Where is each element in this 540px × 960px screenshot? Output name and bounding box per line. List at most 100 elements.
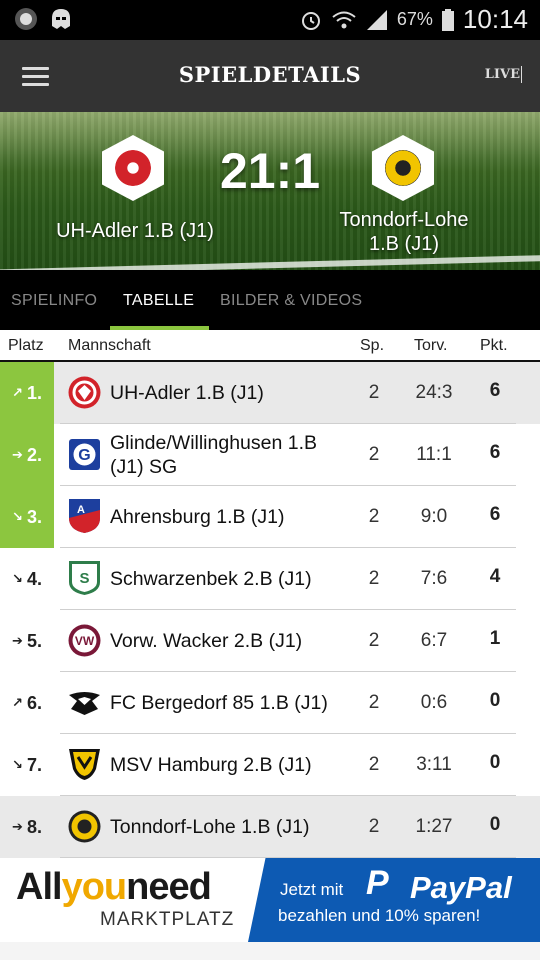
paypal-icon: P: [366, 864, 389, 902]
team-name-text: Schwarzenbek 2.B (J1): [110, 568, 312, 590]
goal-ratio: 9:0: [420, 506, 448, 527]
team-name: FC Bergedorf 85 1.B (J1): [110, 672, 354, 734]
table-row[interactable]: ➔ 8. Tonndorf-Lohe 1.B (J1) 2 1:27 0: [0, 796, 540, 858]
trend-arrow-icon: ↘: [12, 509, 23, 524]
trend-arrow-icon: ↗: [12, 385, 23, 400]
rank-cell: ➔ 2.: [0, 424, 54, 486]
alarm-icon: [301, 11, 320, 30]
match-score: 21:1: [219, 143, 321, 199]
svg-text:G: G: [78, 447, 90, 464]
trend-arrow-icon: ➔: [12, 633, 23, 648]
goal-ratio: 7:6: [420, 568, 448, 589]
rank-number: 4.: [26, 568, 42, 589]
points: 1: [489, 628, 501, 649]
games-played: 2: [368, 444, 380, 465]
team-name-text: Glinde/Willinghusen 1.B (J1) SG: [110, 432, 318, 478]
team-name: Glinde/Willinghusen 1.B (J1) SG: [110, 424, 354, 486]
tab-tabelle[interactable]: TABELLE: [123, 292, 194, 310]
points: 6: [489, 380, 501, 401]
tonndorf-crest-icon: [385, 150, 421, 186]
points: 0: [489, 752, 501, 773]
table-row[interactable]: ↘ 7. MSV Hamburg 2.B (J1) 2 3:11 0: [0, 734, 540, 796]
col-platz: Platz: [8, 337, 44, 354]
games-played: 2: [368, 568, 380, 589]
pitch-line: [0, 254, 540, 270]
rank-cell: ↘ 3.: [0, 486, 54, 548]
table-row[interactable]: ➔ 5. VW Vorw. Wacker 2.B (J1) 2 6:7 1: [0, 610, 540, 672]
signal-icon: [366, 9, 387, 30]
away-team-name[interactable]: Tonndorf-Lohe 1.B (J1): [318, 208, 490, 256]
table-row[interactable]: ↘ 3. A Ahrensburg 1.B (J1) 2 9:0 6: [0, 486, 540, 548]
team-name-text: UH-Adler 1.B (J1): [110, 382, 264, 404]
trend-arrow-icon: ↘: [12, 571, 23, 586]
team-name: Schwarzenbek 2.B (J1): [110, 548, 354, 610]
svg-text:S: S: [79, 570, 89, 587]
table-row[interactable]: ↘ 4. S Schwarzenbek 2.B (J1) 2 7:6 4: [0, 548, 540, 610]
ad-brand-logo: Allyouneed: [16, 866, 212, 909]
tab-bilder-videos[interactable]: BILDER & VIDEOS: [220, 292, 362, 310]
wifi-icon: [332, 11, 356, 28]
points: 0: [489, 814, 501, 835]
live-label: LIVE: [484, 67, 520, 82]
ad-brand-all: All: [16, 866, 63, 908]
tab-spielinfo[interactable]: SPIELINFO: [11, 292, 97, 310]
table-row[interactable]: ↗ 1. UH-Adler 1.B (J1) 2 24:3 6: [0, 362, 540, 424]
clock: 10:14: [462, 4, 528, 34]
page-title: SPIELDETAILS: [178, 62, 362, 87]
table-header: Platz Mannschaft Sp. Torv. Pkt.: [0, 330, 540, 362]
col-pkt: Pkt.: [480, 337, 508, 354]
goal-ratio: 6:7: [420, 630, 448, 651]
games-played: 2: [368, 692, 380, 713]
rank-cell: ➔ 8.: [0, 796, 54, 858]
svg-text:A: A: [77, 504, 85, 516]
rank-number: 7.: [26, 754, 42, 775]
away-team-name-line1: Tonndorf-Lohe: [339, 209, 469, 231]
col-torv: Torv.: [414, 337, 448, 354]
ahrensburg-logo: A: [68, 499, 101, 533]
ad-banner[interactable]: Allyouneed MARKTPLATZ Jetzt mit P PayPal…: [0, 858, 540, 942]
rank-number: 2.: [26, 444, 42, 465]
games-played: 2: [368, 382, 380, 403]
team-name-text: MSV Hamburg 2.B (J1): [110, 754, 312, 776]
rank-number: 8.: [26, 816, 42, 837]
paypal-wordmark: PayPal: [410, 870, 512, 905]
trend-arrow-icon: ➔: [12, 447, 23, 462]
ad-jetzt-text: Jetzt mit: [280, 880, 344, 899]
schwarzenbek-logo: S: [68, 561, 101, 595]
team-name: Vorw. Wacker 2.B (J1): [110, 610, 354, 672]
table-row[interactable]: ↗ 6. FC Bergedorf 85 1.B (J1) 2 0:6 0: [0, 672, 540, 734]
points: 0: [489, 690, 501, 711]
goal-ratio: 0:6: [420, 692, 448, 713]
rank-number: 6.: [26, 692, 42, 713]
goal-ratio: 1:27: [415, 816, 453, 837]
svg-text:VW: VW: [75, 634, 95, 648]
team-name-text: Tonndorf-Lohe 1.B (J1): [110, 816, 310, 838]
games-played: 2: [368, 816, 380, 837]
col-mannschaft: Mannschaft: [68, 337, 151, 354]
team-name-text: FC Bergedorf 85 1.B (J1): [110, 692, 328, 714]
trend-arrow-icon: ↗: [12, 695, 23, 710]
ad-brand-need: need: [126, 866, 212, 908]
table-row[interactable]: ➔ 2. G Glinde/Willinghusen 1.B (J1) SG 2 11:1…: [0, 424, 540, 486]
team-name-text: Vorw. Wacker 2.B (J1): [110, 630, 303, 652]
away-team-name-line2: 1.B (J1): [368, 233, 440, 255]
home-team-name[interactable]: UH-Adler 1.B (J1): [40, 220, 230, 243]
status-bar: 67% 10:14: [0, 0, 540, 40]
games-played: 2: [368, 506, 380, 527]
battery-percent: 67%: [396, 9, 433, 29]
menu-icon[interactable]: [22, 67, 49, 87]
rank-number: 1.: [26, 382, 42, 403]
glinde-logo: G: [68, 437, 101, 471]
ad-offer-text: bezahlen und 10% sparen!: [278, 906, 481, 925]
uh-adler-logo: [68, 375, 101, 409]
match-header: 21:1 UH-Adler 1.B (J1) Tonndorf-Lohe 1.B…: [0, 112, 540, 270]
tab-bar: SPIELINFO TABELLE BILDER & VIDEOS: [0, 270, 540, 330]
games-played: 2: [368, 754, 380, 775]
text-cursor: [521, 66, 522, 83]
goal-ratio: 3:11: [416, 754, 452, 775]
team-name: MSV Hamburg 2.B (J1): [110, 734, 354, 796]
live-button[interactable]: LIVE: [485, 66, 522, 83]
tonndorf-lohe-logo: [68, 809, 101, 843]
rank-cell: ↘ 7.: [0, 734, 54, 796]
games-played: 2: [368, 630, 380, 651]
